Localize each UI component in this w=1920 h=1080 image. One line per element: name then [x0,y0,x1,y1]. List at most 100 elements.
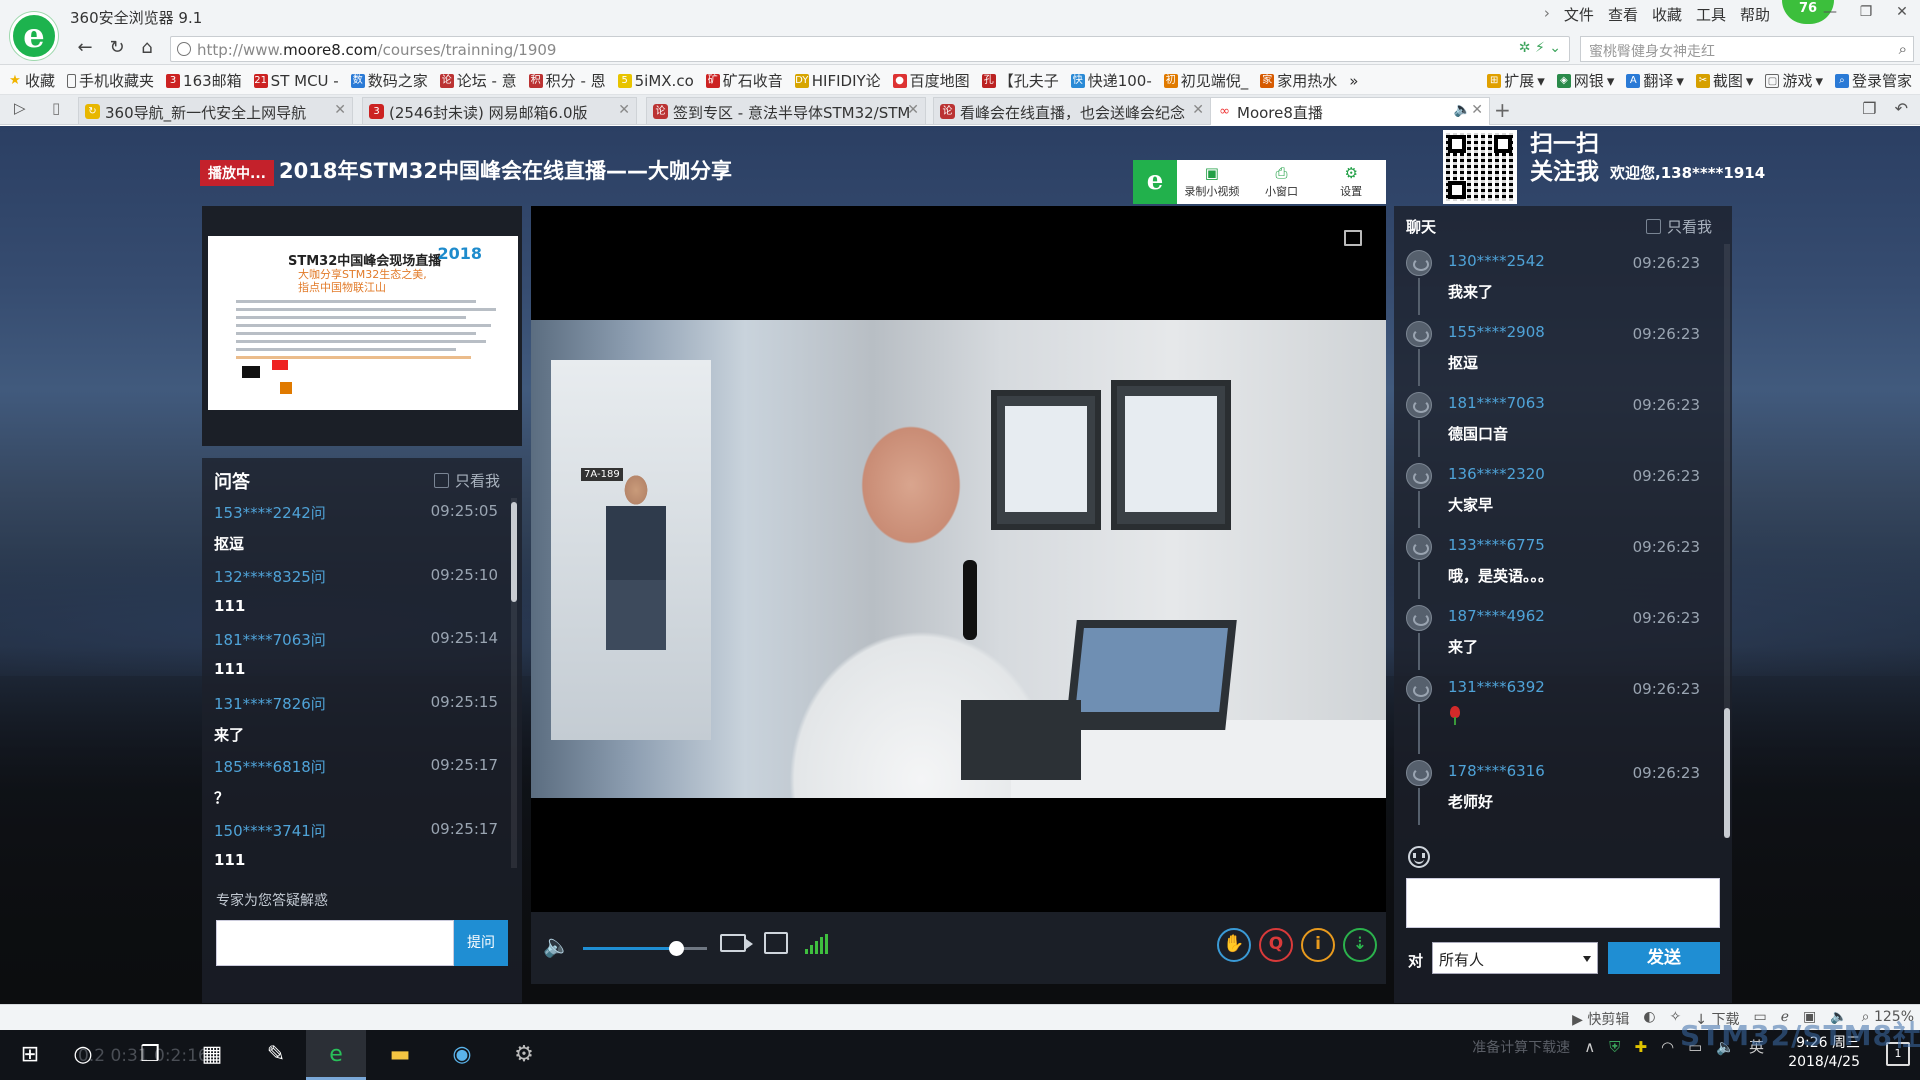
bookmark-mobile-favorites[interactable]: 手机收藏夹 [67,70,154,91]
slide-thumbnail-panel[interactable]: STM32中国峰会现场直播 2018 大咖分享STM32生态之美, 指点中国物联… [202,206,522,446]
browser-logo[interactable]: e [10,12,58,60]
chevron-right-icon[interactable]: › [1544,4,1550,25]
video-player[interactable]: 7A-189 [531,206,1386,912]
calculator-icon[interactable]: ▦ [182,1030,242,1080]
close-icon[interactable]: ✕ [1884,0,1920,26]
recipient-select[interactable]: 所有人 [1432,942,1598,974]
checkbox-box[interactable] [434,473,449,488]
scrollbar-thumb[interactable] [1724,708,1730,838]
tab-close-icon[interactable]: ✕ [618,102,630,118]
tab-close-icon[interactable]: ✕ [1192,102,1204,118]
bookmark-st-mcu[interactable]: 21 ST MCU - [253,70,339,91]
fullscreen-icon[interactable] [1344,230,1362,246]
bookmark-hifidiy[interactable]: DY HIFIDIY论 [794,70,881,91]
menu-favorites[interactable]: 收藏 [1652,4,1682,25]
bookmark-163-mail[interactable]: 3 163邮箱 [166,70,242,91]
ext-translate[interactable]: A 翻译 ▾ [1626,70,1684,91]
back-arrow-icon[interactable]: ← [72,37,98,61]
speed-icon[interactable]: ◐ [1643,1009,1655,1029]
tab-moore8-live[interactable]: ∞ Moore8直播 🔈✕ [1210,97,1490,125]
chat-scrollbar[interactable] [1724,244,1730,838]
chat-input[interactable] [1406,878,1720,928]
signal-strength-icon[interactable] [805,934,831,954]
slide-thumbnail[interactable]: STM32中国峰会现场直播 2018 大咖分享STM32生态之美, 指点中国物联… [208,236,518,410]
bookmark-mydigit[interactable]: 数数码之家 [350,70,428,91]
volume-knob[interactable] [669,941,684,956]
menu-view[interactable]: 查看 [1608,4,1638,25]
minimize-icon[interactable]: — [1812,0,1848,26]
bookmarks-more-icon[interactable]: » [1349,70,1358,91]
qa-scrollbar[interactable] [511,498,517,868]
tray-shield-icon[interactable]: ⛨ [1609,1038,1620,1056]
ask-button[interactable]: 提问 [454,920,508,966]
send-button[interactable]: 发送 [1608,942,1720,974]
new-tab-button[interactable]: + [1494,98,1511,122]
ext-screenshot[interactable]: ✂ 截图 ▾ [1695,70,1753,91]
url-text[interactable]: http://www.moore8.com/courses/trainning/… [197,41,556,59]
ask-question-icon[interactable]: Q [1259,928,1293,962]
tab-summit-gift[interactable]: 论看峰会在线直播，也会送峰会纪念 ✕ [933,97,1211,124]
tab-360-nav[interactable]: ↻ 360导航_新一代安全上网导航 ✕ [78,97,353,124]
undo-close-icon[interactable]: ↶ [1895,99,1908,118]
app-settings-icon[interactable]: ⚙ [494,1030,554,1080]
bookmark-forum-st[interactable]: 论论坛 - 意 [439,70,517,91]
menu-file[interactable]: 文件 [1564,4,1594,25]
task-view-icon[interactable]: ❒ [120,1030,180,1080]
menu-help[interactable]: 帮助 [1740,4,1770,25]
refresh-icon[interactable]: ↻ [104,37,130,61]
restore-icon[interactable]: ❐ [1848,0,1884,26]
menu-tools[interactable]: 工具 [1696,4,1726,25]
search-icon[interactable]: ⌕ [1899,40,1907,58]
bookmark-favorites[interactable]: ★ 收藏 [8,70,55,91]
tab-list-icon[interactable]: ▯ [52,99,60,117]
scrollbar-thumb[interactable] [511,502,517,602]
browser-360-taskbar-icon[interactable]: e [306,1030,366,1080]
bookmark-points[interactable]: 积积分 - 恩 [528,70,606,91]
tab-close-icon[interactable]: ✕ [334,102,346,118]
qa-only-me-checkbox[interactable]: 只看我 [434,470,500,491]
url-input[interactable]: http://www.moore8.com/courses/trainning/… [170,36,1570,62]
app-paint-icon[interactable]: ✎ [246,1030,306,1080]
info-icon[interactable]: i [1301,928,1335,962]
emoji-icon[interactable] [1408,846,1430,868]
windows-start-icon[interactable]: ⊞ [0,1030,60,1080]
app-globe-icon[interactable]: ◉ [432,1030,492,1080]
download-icon[interactable]: ⇣ [1343,928,1377,962]
record-clip-button[interactable]: ▣ 录制小视频 [1177,160,1247,204]
bookmark-5imx[interactable]: 5 5iMX.co [617,70,694,91]
ext-bank[interactable]: ◈ 网银 ▾ [1556,70,1614,91]
tab-st-forum[interactable]: 论签到专区 - 意法半导体STM32/STM ✕ [646,97,926,124]
tab-close-icon[interactable]: ✕ [907,102,919,118]
volume-slider[interactable] [583,941,707,956]
bookmark-kuaidi100[interactable]: 快快递100- [1070,70,1152,91]
search-input[interactable]: 蜜桃臀健身女神走红 ⌕ [1580,36,1914,62]
quick-edit-button[interactable]: ▶ 快剪辑 [1572,1009,1629,1029]
raise-hand-icon[interactable]: ✋ [1217,928,1251,962]
bookmark-chujian[interactable]: 初初见端倪_ [1163,70,1248,91]
question-input[interactable] [216,920,454,966]
restore-tabs-icon[interactable]: ❐ [1862,99,1876,118]
sidebar-toggle-icon[interactable]: ▷ [14,99,26,117]
wifi-icon[interactable]: ◠ [1661,1038,1674,1056]
tray-plus-icon[interactable]: ✚ [1634,1038,1647,1056]
bookmark-water-heater[interactable]: 家家用热水 [1260,70,1337,91]
tab-audio-close-icon[interactable]: 🔈✕ [1454,102,1483,118]
ext-games[interactable]: ▢ 游戏 ▾ [1765,70,1823,91]
tab-163-mail[interactable]: 3 (2546封未读) 网易邮箱6.0版 ✕ [362,97,637,124]
ext-extensions[interactable]: ⊞ 扩展 ▾ [1487,70,1545,91]
picture-quality-icon[interactable] [764,932,788,954]
url-security-icons[interactable]: ✲ ⚡ ⌄ [1519,40,1561,56]
settings-button[interactable]: ⚙ 设置 [1316,160,1386,204]
bookmark-crystal-radio[interactable]: 矿矿石收音 [705,70,783,91]
camera-icon[interactable] [720,934,753,952]
checkbox-box[interactable] [1646,219,1661,234]
file-explorer-icon[interactable]: ▬ [370,1030,430,1080]
volume-icon[interactable]: 🔈 [543,934,570,959]
ext-login-manager[interactable]: ⌕ 登录管家 [1834,70,1912,91]
tray-expand-icon[interactable]: ∧ [1584,1038,1595,1056]
chat-only-me-checkbox[interactable]: 只看我 [1646,216,1712,237]
mini-window-button[interactable]: ⎙ 小窗口 [1247,160,1317,204]
bookmark-baidu-map[interactable]: ● 百度地图 [892,70,970,91]
bookmark-kongfz[interactable]: 孔【孔夫子 [981,70,1059,91]
home-icon[interactable]: ⌂ [134,37,160,61]
